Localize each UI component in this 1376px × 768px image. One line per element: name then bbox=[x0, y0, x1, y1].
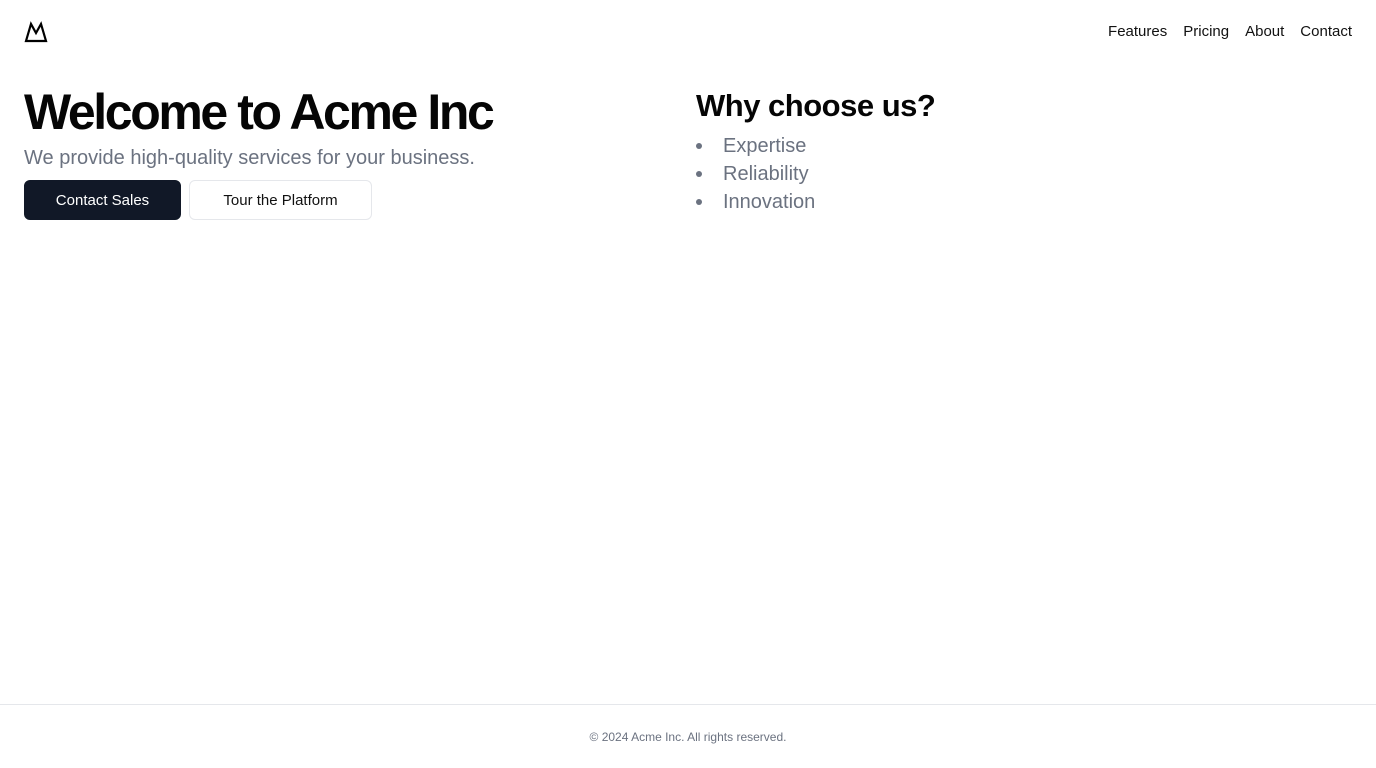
bullet-icon bbox=[696, 171, 702, 177]
site-header: Features Pricing About Contact bbox=[0, 0, 1376, 64]
mountain-icon[interactable] bbox=[24, 21, 48, 43]
tour-platform-button[interactable]: Tour the Platform bbox=[189, 180, 372, 220]
main-nav: Features Pricing About Contact bbox=[1108, 22, 1352, 42]
list-item: Reliability bbox=[696, 160, 1336, 188]
list-item: Expertise bbox=[696, 132, 1336, 160]
why-list: Expertise Reliability Innovation bbox=[696, 132, 1336, 216]
nav-link-pricing[interactable]: Pricing bbox=[1183, 22, 1229, 42]
why-item-label: Reliability bbox=[723, 163, 809, 185]
why-item-label: Expertise bbox=[723, 135, 807, 157]
why-item-label: Innovation bbox=[723, 191, 816, 213]
bullet-icon bbox=[696, 143, 702, 149]
nav-link-contact[interactable]: Contact bbox=[1300, 22, 1352, 42]
contact-sales-button[interactable]: Contact Sales bbox=[24, 180, 181, 220]
copyright-text: © 2024 Acme Inc. All rights reserved. bbox=[589, 729, 787, 744]
bullet-icon bbox=[696, 199, 702, 205]
nav-link-about[interactable]: About bbox=[1245, 22, 1284, 42]
why-title: Why choose us? bbox=[696, 88, 936, 123]
site-footer: © 2024 Acme Inc. All rights reserved. bbox=[0, 704, 1376, 768]
list-item: Innovation bbox=[696, 188, 1336, 216]
hero-title: Welcome to Acme Inc bbox=[24, 84, 495, 140]
why-section: Why choose us? Expertise Reliability Inn… bbox=[696, 86, 1336, 216]
nav-link-features[interactable]: Features bbox=[1108, 22, 1167, 42]
hero-subtitle: We provide high-quality services for you… bbox=[24, 147, 475, 169]
hero-buttons: Contact Sales Tour the Platform bbox=[24, 180, 674, 220]
hero-section: Welcome to Acme Inc We provide high-qual… bbox=[24, 84, 674, 220]
